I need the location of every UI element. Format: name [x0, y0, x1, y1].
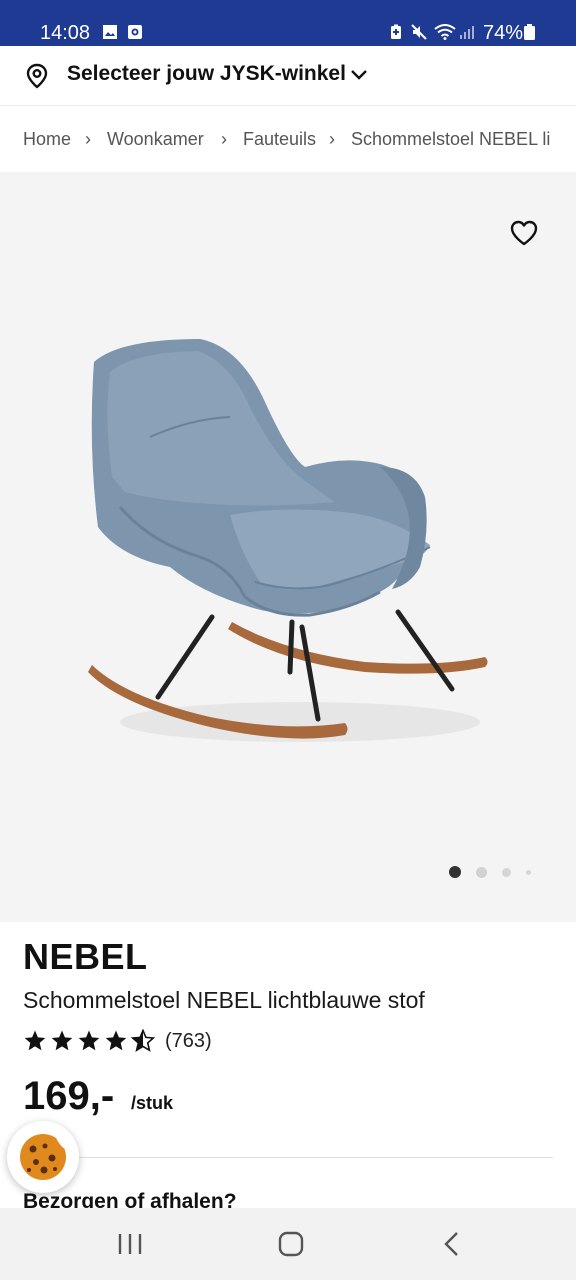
product-rating[interactable]: (763)	[23, 1027, 323, 1055]
pagination-dot-active[interactable]	[449, 866, 461, 878]
status-time: 14:08	[40, 22, 91, 44]
store-selector-label: Selecteer jouw JYSK-winkel	[67, 62, 346, 85]
product-price: 169,-	[23, 1074, 115, 1118]
section-divider	[23, 1157, 553, 1158]
gallery-pagination	[446, 864, 546, 880]
back-icon[interactable]	[437, 1230, 467, 1258]
location-pin-icon	[26, 63, 48, 89]
wifi-icon	[434, 24, 456, 40]
price-unit: /stuk	[131, 1093, 174, 1113]
breadcrumb-woonkamer[interactable]: Woonkamer	[107, 128, 204, 150]
mute-icon	[411, 24, 427, 40]
breadcrumb-separator: ›	[329, 129, 335, 149]
cookie-icon	[20, 1134, 66, 1180]
product-image-gallery[interactable]	[0, 172, 576, 922]
signal-icon	[460, 26, 474, 39]
star-rating-icon	[24, 1029, 155, 1051]
battery-percentage: 74%	[483, 22, 524, 44]
product-brand: NEBEL	[23, 936, 148, 977]
product-image-rocking-chair	[88, 339, 488, 742]
heart-icon[interactable]	[510, 220, 538, 246]
system-navigation-bar	[0, 1208, 576, 1280]
breadcrumb-separator: ›	[221, 129, 227, 149]
pagination-dot[interactable]	[526, 870, 531, 875]
breadcrumb-home[interactable]: Home	[23, 128, 71, 150]
breadcrumb-current: Schommelstoel NEBEL li	[351, 129, 551, 149]
home-icon[interactable]	[276, 1230, 306, 1258]
record-icon	[128, 25, 142, 39]
chevron-down-icon	[351, 70, 367, 80]
cookie-settings-button[interactable]	[7, 1121, 79, 1193]
review-count[interactable]: (763)	[165, 1029, 212, 1053]
pagination-dot[interactable]	[502, 868, 511, 877]
product-name: Schommelstoel NEBEL lichtblauwe stof	[23, 987, 425, 1013]
battery-saver-icon	[391, 24, 401, 39]
price-block: 169,- /stuk	[23, 1072, 423, 1122]
recent-apps-icon[interactable]	[115, 1230, 145, 1258]
battery-icon	[524, 24, 535, 40]
status-bar: 14:08 74%	[0, 0, 576, 46]
gallery-icon	[103, 25, 117, 39]
breadcrumb-fauteuils[interactable]: Fauteuils	[243, 128, 316, 150]
breadcrumb-separator: ›	[85, 129, 91, 149]
breadcrumb: Home › Woonkamer › Fauteuils › Schommels…	[0, 106, 576, 172]
store-selector[interactable]: Selecteer jouw JYSK-winkel	[0, 46, 576, 106]
pagination-dot[interactable]	[476, 867, 487, 878]
